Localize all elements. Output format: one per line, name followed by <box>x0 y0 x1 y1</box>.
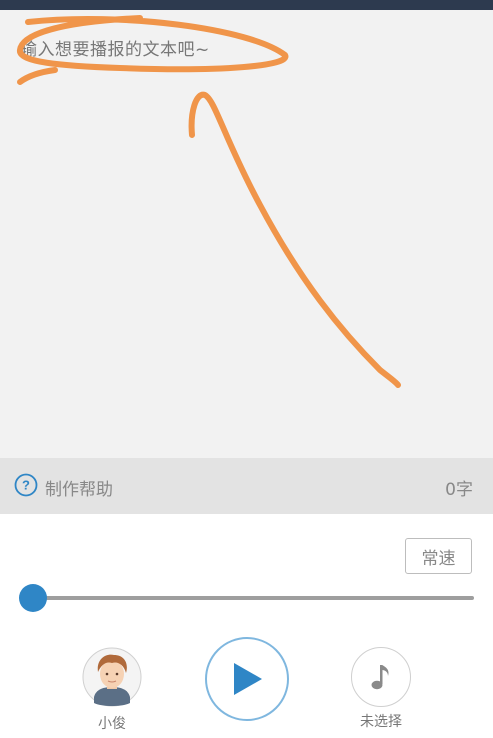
music-note-icon <box>371 665 389 690</box>
play-icon <box>234 663 262 695</box>
music-label: 未选择 <box>360 714 402 730</box>
text-input-placeholder: 输入想要播报的文本吧~ <box>20 40 210 60</box>
voice-avatar[interactable] <box>82 647 142 707</box>
help-link[interactable]: 制作帮助 <box>45 475 113 500</box>
svg-text:?: ? <box>22 478 30 493</box>
music-select-button[interactable] <box>351 647 411 707</box>
text-input-area[interactable] <box>0 10 493 458</box>
top-status-bar <box>0 0 493 10</box>
speed-slider-track[interactable] <box>33 596 474 600</box>
speed-slider-thumb[interactable] <box>19 584 47 612</box>
voice-label: 小俊 <box>98 716 126 732</box>
speed-button[interactable]: 常速 <box>405 538 472 574</box>
char-count: 0字 <box>445 480 473 500</box>
question-circle-icon[interactable]: ? <box>14 473 38 497</box>
speed-button-label: 常速 <box>421 548 456 569</box>
play-button[interactable] <box>205 637 289 721</box>
